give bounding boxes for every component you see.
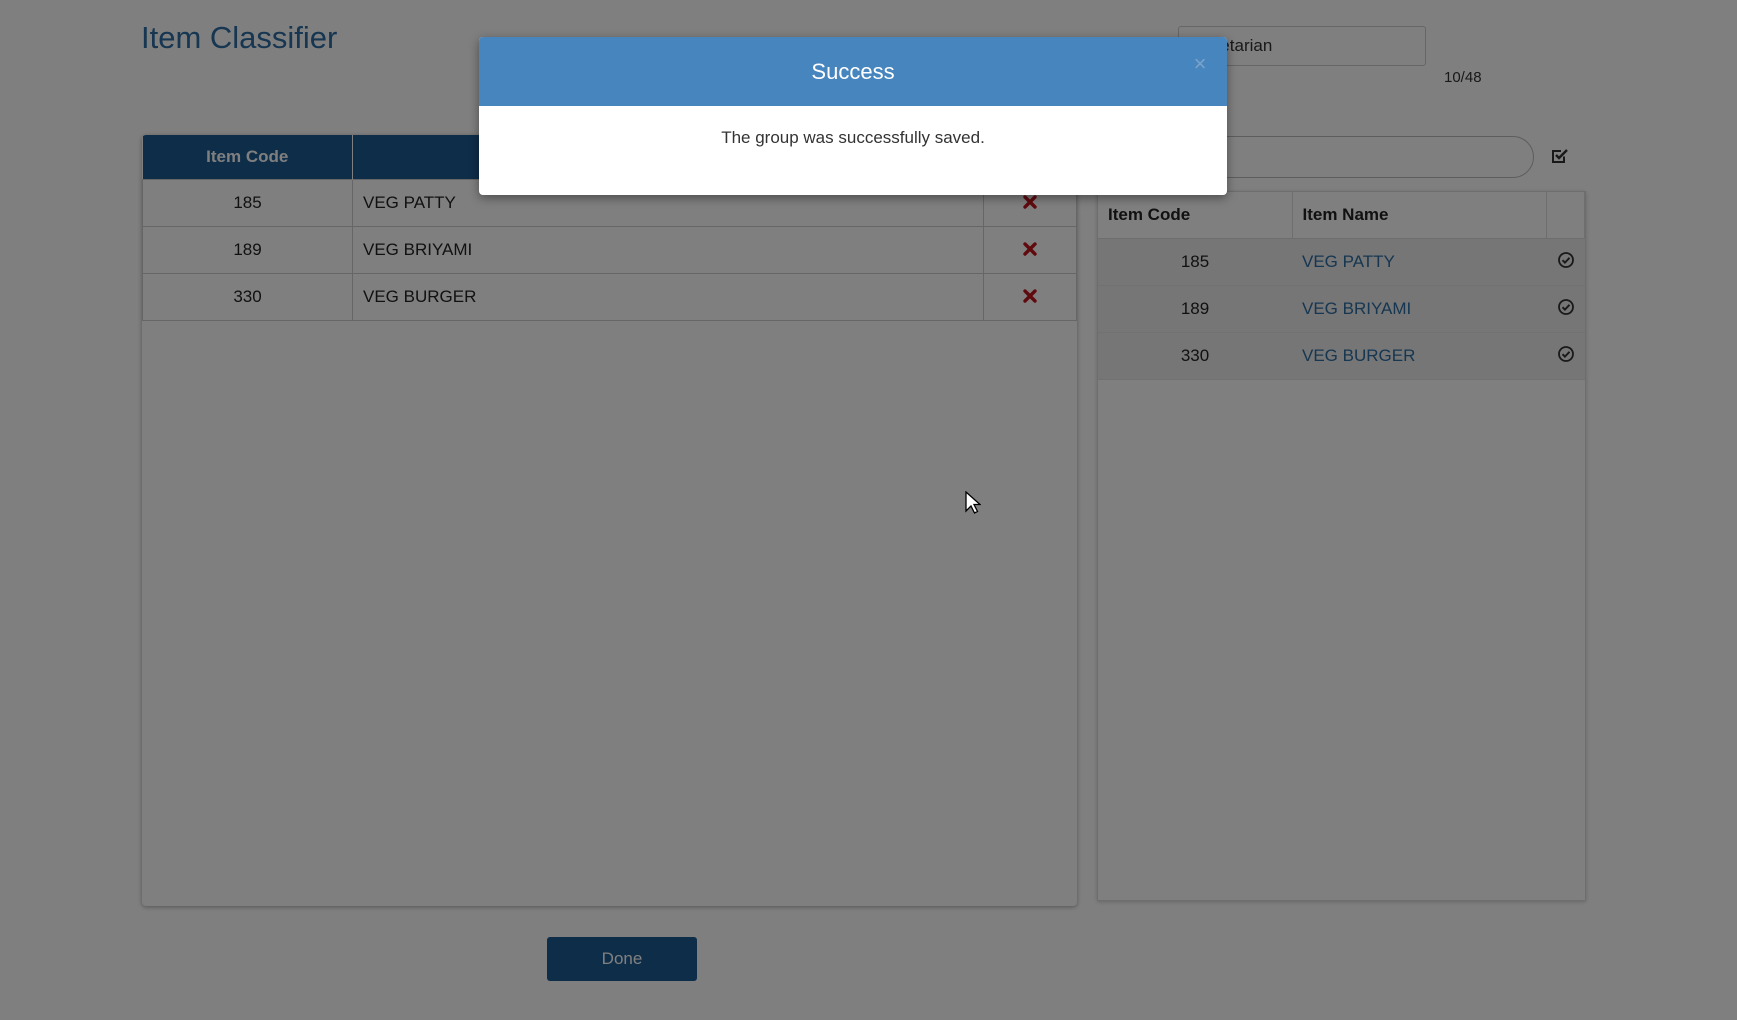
dialog-title: Success: [811, 58, 895, 84]
dialog-header: Success ×: [479, 37, 1227, 106]
dialog-message: The group was successfully saved.: [721, 128, 985, 147]
mouse-cursor-icon: [965, 491, 981, 514]
close-icon[interactable]: ×: [1189, 53, 1211, 75]
success-dialog: Success × The group was successfully sav…: [479, 37, 1227, 195]
